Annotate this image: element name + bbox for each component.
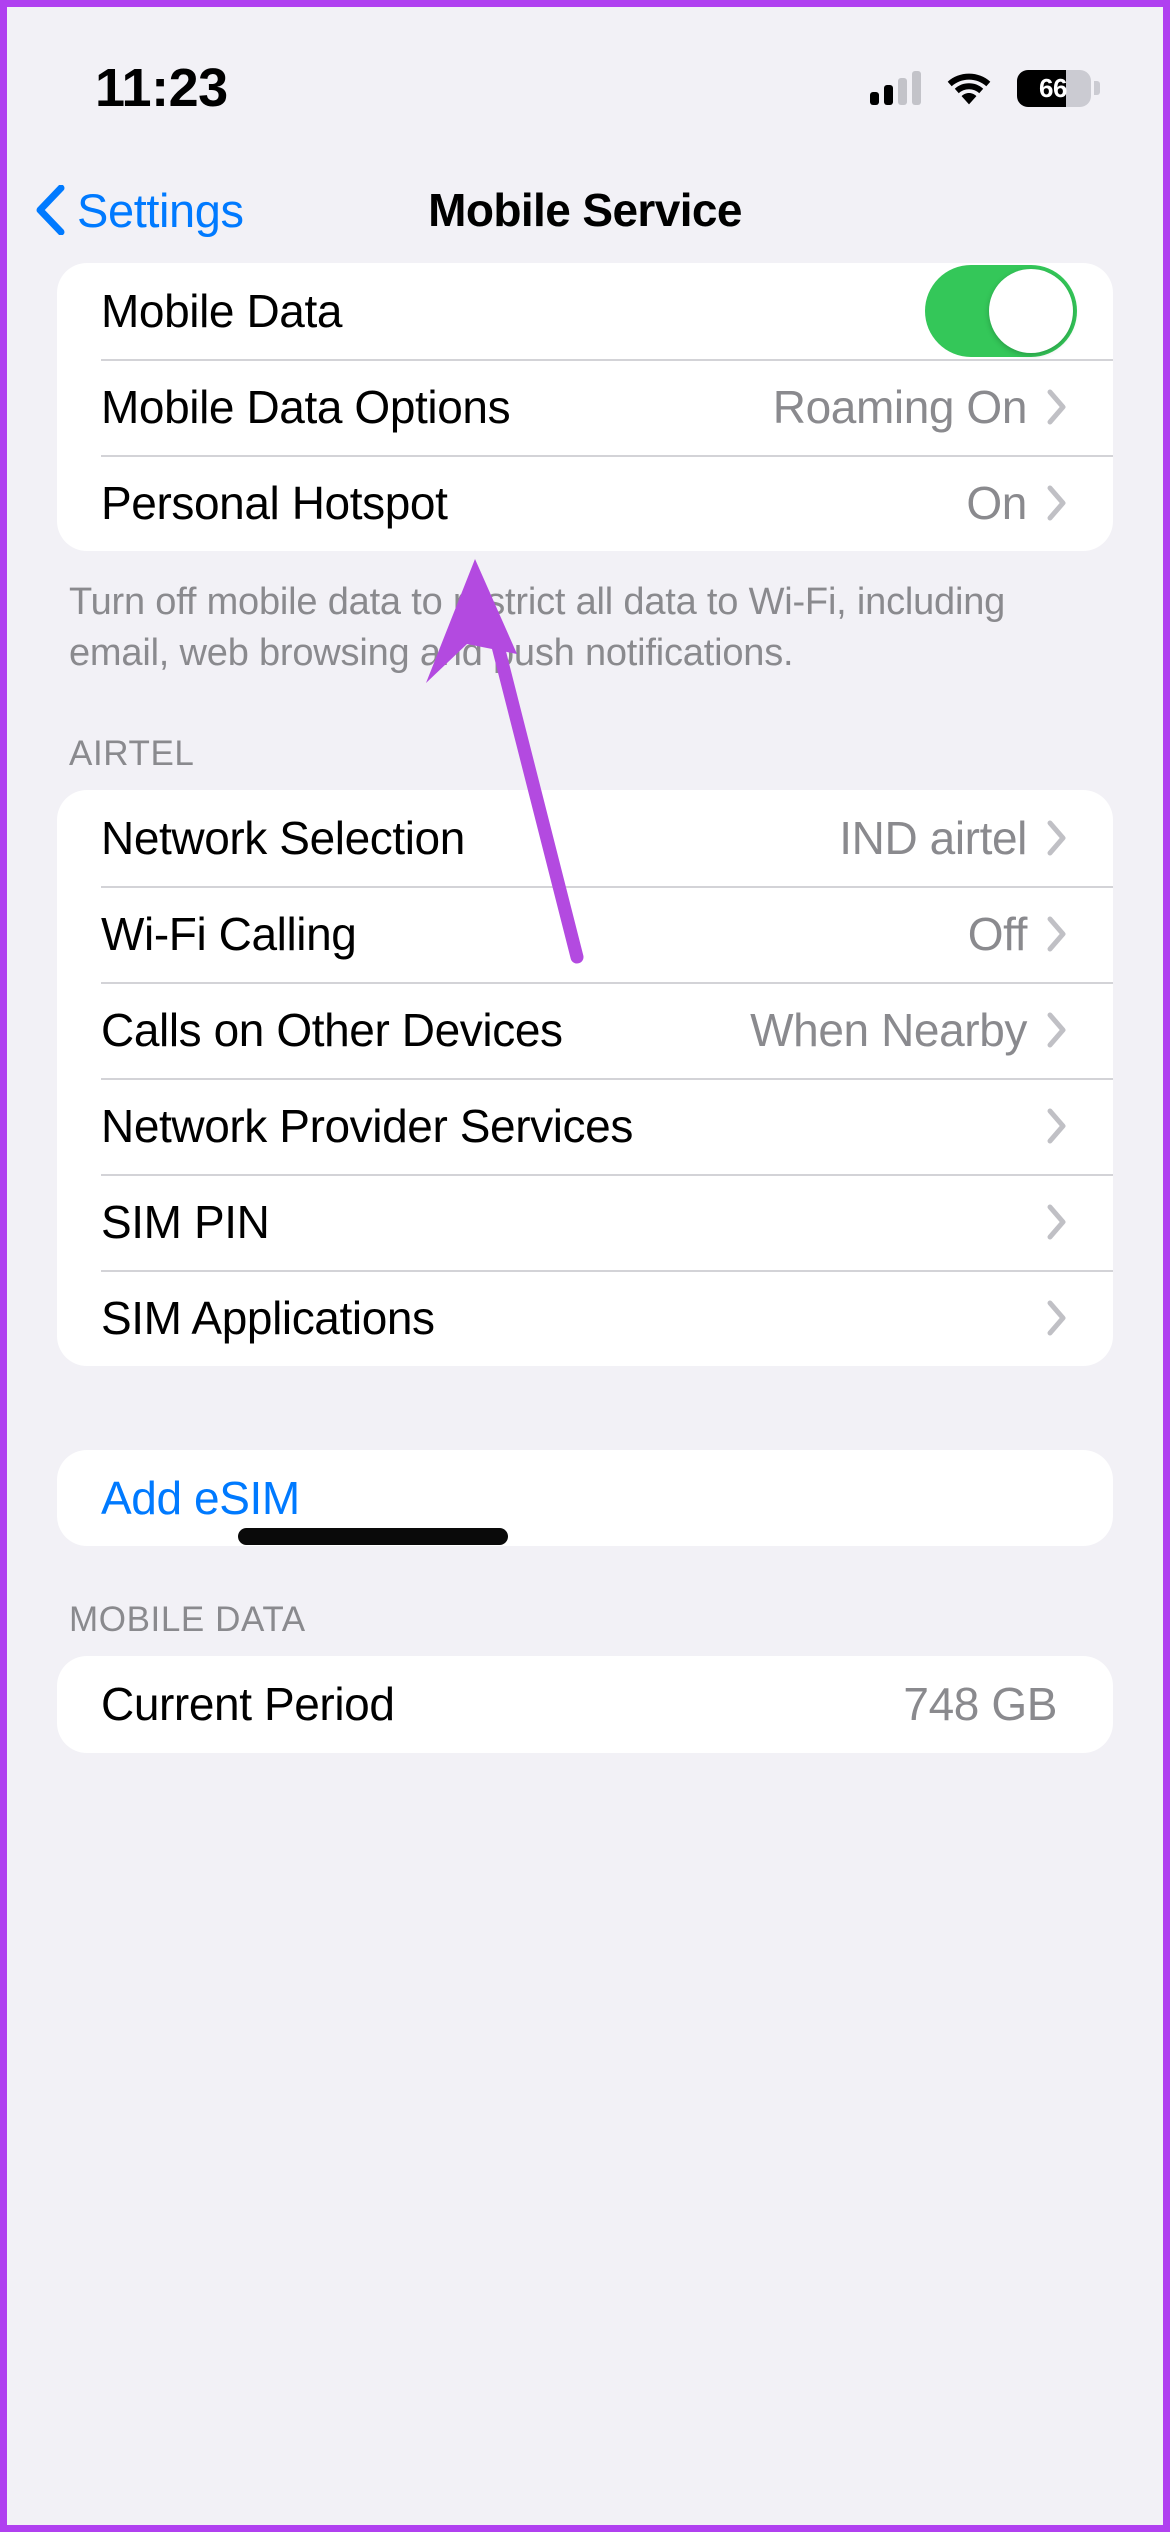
- row-current-period[interactable]: Current Period 748 GB: [57, 1656, 1113, 1753]
- battery-percent-label: 66: [1039, 73, 1067, 103]
- row-value: 748 GB: [903, 1678, 1057, 1731]
- chevron-right-icon: [1047, 389, 1067, 425]
- add-esim-label: Add eSIM: [101, 1471, 300, 1524]
- chevron-right-icon: [1047, 1300, 1067, 1336]
- row-wifi-calling[interactable]: Wi-Fi Calling Off: [57, 885, 1113, 982]
- row-network-provider-services[interactable]: Network Provider Services: [57, 1077, 1113, 1174]
- row-value: Roaming On: [772, 381, 1028, 433]
- row-separator: [101, 455, 1113, 457]
- wifi-icon: [947, 71, 991, 105]
- row-sim-applications[interactable]: SIM Applications: [57, 1269, 1113, 1366]
- mobile-data-toggle[interactable]: [925, 265, 1077, 357]
- section-header-airtel: AIRTEL: [69, 733, 195, 773]
- row-separator: [101, 1077, 1113, 1080]
- mobile-data-card: Mobile Data Mobile Data Options Roaming …: [57, 263, 1113, 551]
- row-value: On: [966, 477, 1027, 529]
- row-label: Network Selection: [101, 811, 465, 864]
- row-label: Mobile Data: [101, 285, 343, 337]
- mobile-data-usage-card: Current Period 748 GB: [57, 1655, 1113, 1753]
- chevron-right-icon: [1047, 1012, 1067, 1048]
- settings-scroll-view[interactable]: Mobile Data Mobile Data Options Roaming …: [7, 263, 1163, 2525]
- row-network-selection[interactable]: Network Selection IND airtel: [57, 790, 1113, 886]
- row-label: Wi-Fi Calling: [101, 907, 357, 960]
- add-esim-card: Add eSIM: [57, 1449, 1113, 1546]
- status-bar: 11:23 66: [7, 7, 1163, 157]
- row-label: Network Provider Services: [101, 1099, 633, 1152]
- row-separator: [101, 359, 1113, 361]
- row-label: Mobile Data Options: [101, 381, 511, 433]
- row-label: Current Period: [101, 1678, 395, 1731]
- chevron-right-icon: [1047, 916, 1067, 952]
- page-title: Mobile Service: [428, 184, 742, 236]
- iphone-screen: 11:23 66 Settings Mobile Service Mobile …: [0, 0, 1170, 2532]
- row-label: SIM Applications: [101, 1291, 435, 1344]
- status-bar-indicators: 66: [870, 58, 1100, 107]
- row-separator: [101, 885, 1113, 888]
- row-separator: [101, 1173, 1113, 1176]
- navigation-bar: Settings Mobile Service: [7, 157, 1163, 263]
- redaction-bar: [238, 1528, 508, 1545]
- battery-cap: [1094, 81, 1100, 95]
- row-add-esim[interactable]: Add eSIM: [57, 1450, 1113, 1546]
- row-label: SIM PIN: [101, 1195, 270, 1248]
- row-mobile-data-options[interactable]: Mobile Data Options Roaming On: [57, 359, 1113, 455]
- row-value: IND airtel: [839, 811, 1027, 864]
- row-personal-hotspot[interactable]: Personal Hotspot On: [57, 455, 1113, 551]
- chevron-right-icon: [1047, 1108, 1067, 1144]
- status-bar-time: 11:23: [95, 58, 228, 118]
- row-calls-on-other-devices[interactable]: Calls on Other Devices When Nearby: [57, 981, 1113, 1078]
- row-value: Off: [967, 907, 1028, 960]
- row-separator: [101, 981, 1113, 984]
- row-sim-pin[interactable]: SIM PIN: [57, 1173, 1113, 1270]
- row-label: Calls on Other Devices: [101, 1003, 563, 1056]
- carrier-card: Network Selection IND airtel Wi-Fi Calli…: [57, 789, 1113, 1366]
- cellular-signal-icon: [870, 71, 921, 105]
- battery-icon: 66: [1017, 69, 1100, 107]
- row-mobile-data[interactable]: Mobile Data: [57, 263, 1113, 359]
- chevron-right-icon: [1047, 1204, 1067, 1240]
- row-label: Personal Hotspot: [101, 477, 448, 529]
- mobile-data-footer-note: Turn off mobile data to restrict all dat…: [69, 581, 1006, 675]
- row-separator: [101, 1269, 1113, 1272]
- chevron-right-icon: [1047, 820, 1067, 856]
- chevron-right-icon: [1047, 485, 1067, 521]
- toggle-knob: [989, 269, 1073, 353]
- section-header-mobile-data: MOBILE DATA: [69, 1599, 306, 1639]
- row-value: When Nearby: [750, 1003, 1027, 1056]
